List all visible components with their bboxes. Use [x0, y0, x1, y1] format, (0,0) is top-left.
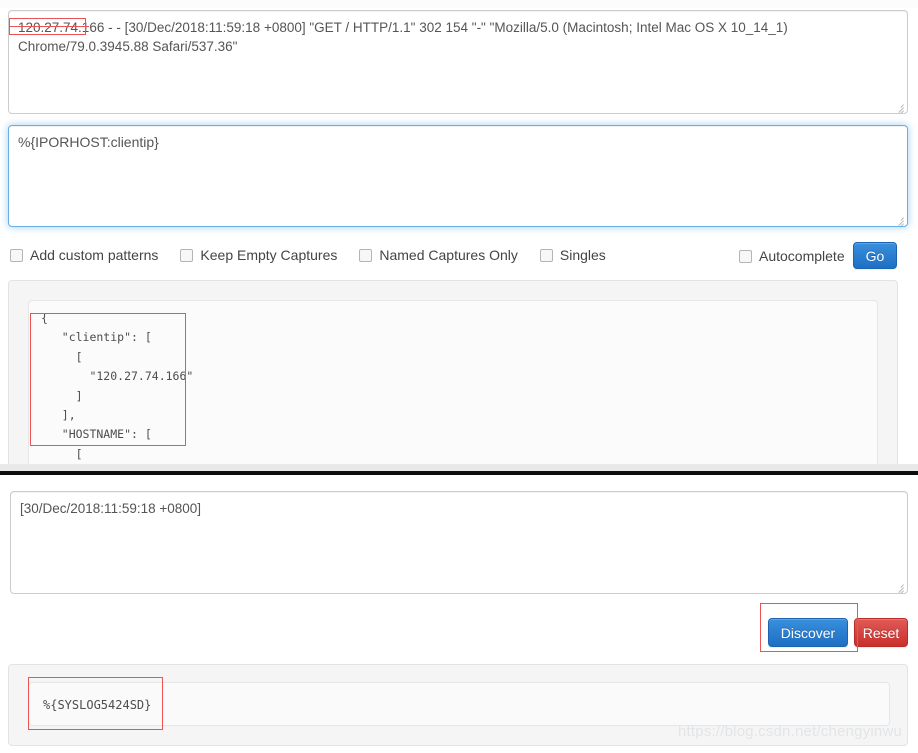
reset-button[interactable]: Reset	[854, 618, 908, 647]
label-named-captures-only: Named Captures Only	[379, 247, 518, 263]
checkbox-keep-empty-captures[interactable]	[180, 248, 194, 262]
resize-grip-icon[interactable]	[893, 100, 905, 113]
grok-output-codebox[interactable]: { "clientip": [ [ "120.27.74.166" ] ], "…	[28, 300, 878, 470]
discover-log-value: [30/Dec/2018:11:59:18 +0800]	[20, 501, 202, 516]
go-button-label: Go	[865, 247, 885, 264]
sample-log-clientip: 120.27.74.166	[18, 20, 105, 35]
checkbox-named-captures-only[interactable]	[359, 248, 373, 262]
discover-result-codebox[interactable]: %{SYSLOG5424SD}	[28, 682, 890, 726]
resize-grip-icon[interactable]	[893, 580, 905, 593]
label-keep-empty-captures: Keep Empty Captures	[200, 247, 338, 263]
discover-button[interactable]: Discover	[768, 618, 848, 647]
top-strip	[0, 0, 918, 8]
grok-output-json: { "clientip": [ [ "120.27.74.166" ] ], "…	[41, 311, 194, 461]
resize-grip-icon[interactable]	[893, 213, 905, 226]
watermark: https://blog.csdn.net/chengyinwu	[678, 723, 903, 740]
sample-log-line-1-rest: - - [30/Dec/2018:11:59:18 +0800] "GET / …	[104, 20, 788, 35]
checkbox-singles[interactable]	[539, 248, 553, 262]
sample-log-line-2: Chrome/79.0.3945.88 Safari/537.36"	[18, 39, 238, 54]
go-button[interactable]: Go	[853, 242, 897, 269]
discover-result-value: %{SYSLOG5424SD}	[43, 698, 152, 712]
grok-pattern-textarea[interactable]: %{IPORHOST:clientip}	[8, 125, 908, 227]
autocomplete-row: Autocomplete	[739, 247, 845, 265]
grok-pattern-value: %{IPORHOST:clientip}	[18, 134, 159, 150]
label-singles: Singles	[559, 247, 606, 263]
screenshot-divider	[0, 471, 918, 475]
discover-button-label: Discover	[780, 624, 836, 641]
label-add-custom-patterns: Add custom patterns	[30, 247, 159, 263]
grok-options-row: Add custom patterns Keep Empty Captures …	[10, 246, 628, 264]
checkbox-add-custom-patterns[interactable]	[10, 248, 23, 262]
screenshot-divider-soft	[0, 464, 918, 471]
grok-debugger-page: 120.27.74.166 - - [30/Dec/2018:11:59:18 …	[0, 0, 918, 753]
discover-log-textarea[interactable]: [30/Dec/2018:11:59:18 +0800]	[10, 491, 908, 594]
label-autocomplete: Autocomplete	[759, 248, 845, 264]
sample-log-line-1: 120.27.74.166 - - [30/Dec/2018:11:59:18 …	[18, 18, 898, 37]
reset-button-label: Reset	[862, 624, 900, 641]
sample-log-textarea[interactable]: 120.27.74.166 - - [30/Dec/2018:11:59:18 …	[8, 10, 908, 114]
checkbox-autocomplete[interactable]	[739, 249, 752, 263]
